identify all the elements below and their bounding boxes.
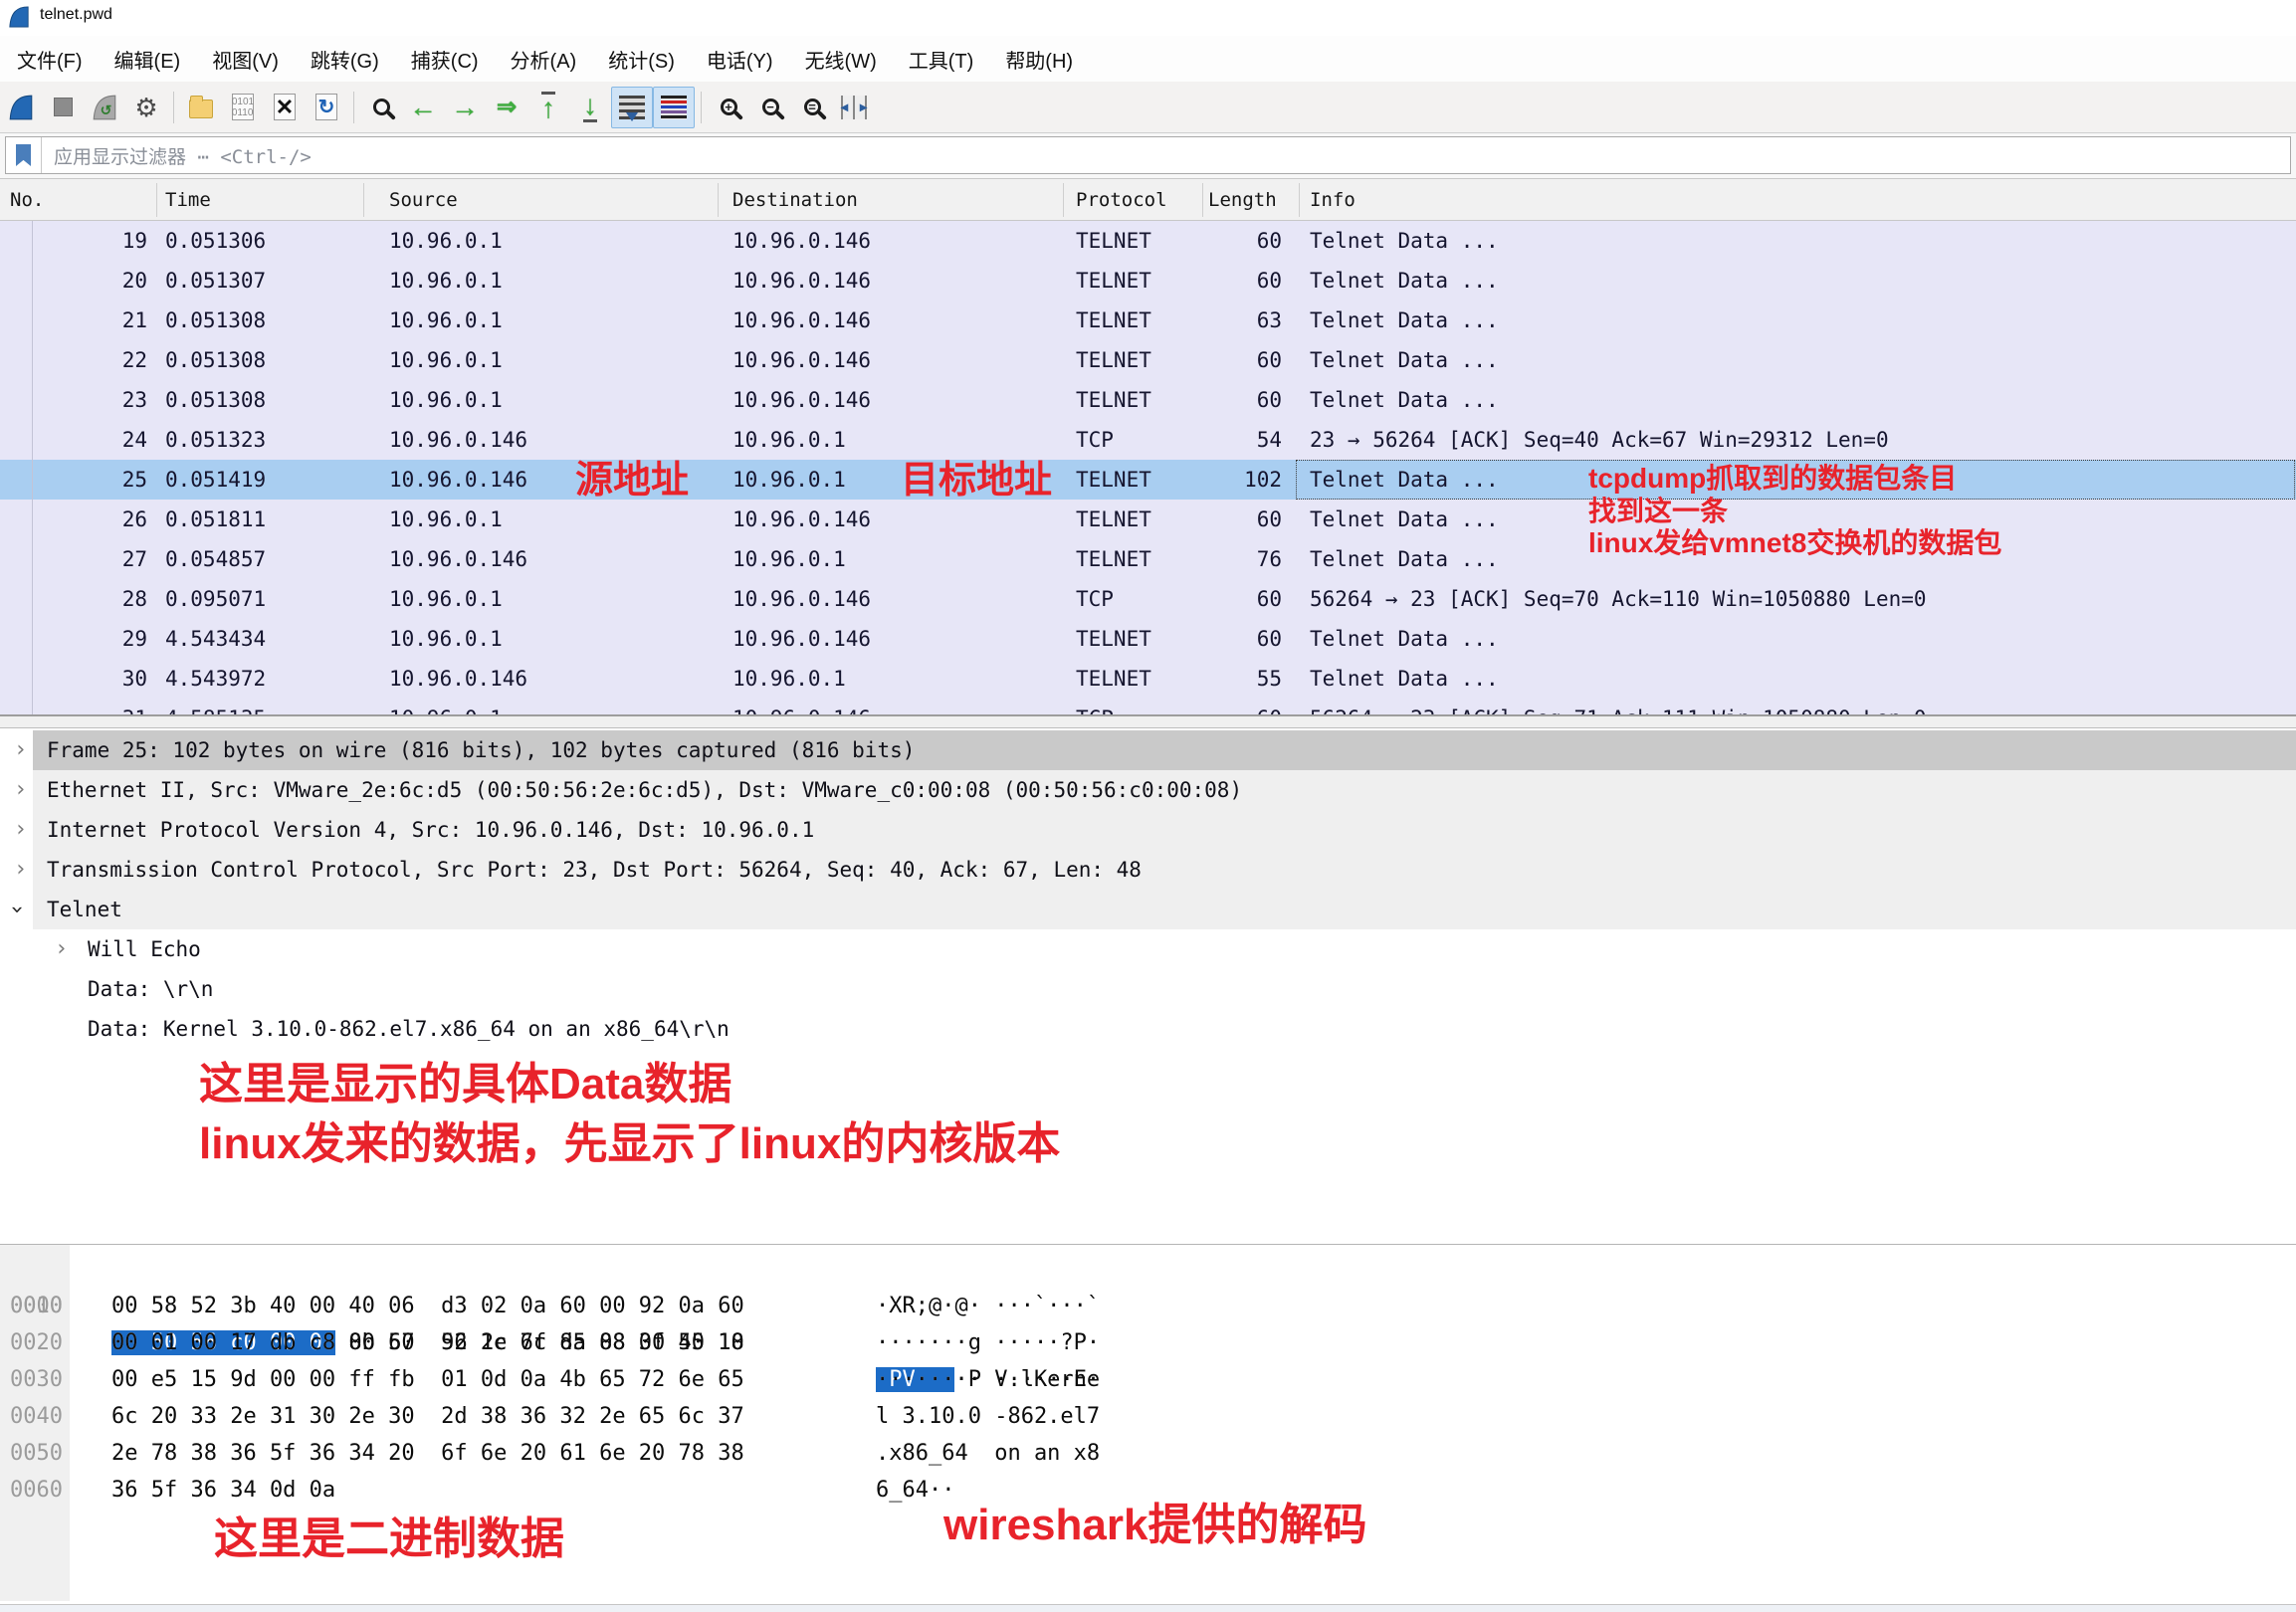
filter-bar: 应用显示过滤器 ⋯ <Ctrl-/>	[0, 133, 2296, 179]
menu-go[interactable]: 跳转(G)	[296, 39, 394, 80]
hex-row-0050[interactable]: 00502e 78 38 36 5f 36 34 20 6f 6e 20 61 …	[0, 1435, 2296, 1472]
expand-chevron-icon[interactable]: ›	[14, 810, 27, 850]
start-capture-icon[interactable]	[0, 87, 42, 128]
detail-row-data-kernel[interactable]: Data: Kernel 3.10.0-862.el7.x86_64 on an…	[0, 1009, 2296, 1049]
hex-row-0040[interactable]: 00406c 20 33 2e 31 30 2e 30 2d 38 36 32 …	[0, 1398, 2296, 1435]
packet-row-20[interactable]: 200.05130710.96.0.110.96.0.146TELNET60Te…	[0, 261, 2296, 301]
col-destination[interactable]: Destination	[732, 179, 858, 221]
bookmark-icon	[16, 144, 31, 166]
col-time[interactable]: Time	[165, 179, 211, 221]
packet-row-29[interactable]: 294.54343410.96.0.110.96.0.146TELNET60Te…	[0, 619, 2296, 659]
save-file-icon[interactable]: 01010110	[222, 87, 264, 128]
detail-row-data-crlf[interactable]: Data: \r\n	[0, 969, 2296, 1009]
annotation-binary-data: 这里是二进制数据	[214, 1503, 564, 1566]
wireshark-logo-icon	[8, 5, 30, 29]
packet-row-28[interactable]: 280.09507110.96.0.110.96.0.146TCP6056264…	[0, 579, 2296, 619]
find-packet-icon[interactable]	[360, 87, 402, 128]
packet-detail-pane: ›Frame 25: 102 bytes on wire (816 bits),…	[0, 728, 2296, 1244]
filter-bookmark-button[interactable]	[6, 137, 42, 173]
menu-tools[interactable]: 工具(T)	[894, 39, 989, 80]
expand-chevron-icon[interactable]: ›	[14, 730, 27, 770]
filter-placeholder: 应用显示过滤器 ⋯ <Ctrl-/>	[54, 142, 312, 169]
packet-row-21[interactable]: 210.05130810.96.0.110.96.0.146TELNET63Te…	[0, 301, 2296, 340]
annotation-data-display: 这里是显示的具体Data数据	[199, 1059, 731, 1110]
wireshark-window: telnet.pwd 文件(F) 编辑(E) 视图(V) 跳转(G) 捕获(C)…	[0, 0, 2296, 1612]
packet-row-31[interactable]: 314.58513510.96.0.110.96.0.146TCP6056264…	[0, 699, 2296, 714]
packet-row-22[interactable]: 220.05130810.96.0.110.96.0.146TELNET60Te…	[0, 340, 2296, 380]
packet-row-30[interactable]: 304.54397210.96.0.14610.96.0.1TELNET55Te…	[0, 659, 2296, 699]
collapse-chevron-icon[interactable]: ›	[0, 903, 37, 915]
display-filter-input[interactable]: 应用显示过滤器 ⋯ <Ctrl-/>	[5, 136, 2291, 174]
menu-statistics[interactable]: 统计(S)	[593, 39, 690, 80]
go-last-icon[interactable]: ↓	[569, 87, 611, 128]
hex-row-0020[interactable]: 002000 01 00 17 db c8 8b 67 92 1c 7f 8a …	[0, 1324, 2296, 1361]
auto-scroll-icon[interactable]	[611, 87, 653, 128]
col-protocol[interactable]: Protocol	[1076, 179, 1167, 221]
packet-row-19[interactable]: 190.05130610.96.0.110.96.0.146TELNET60Te…	[0, 221, 2296, 261]
annotation-source-label: 源地址	[575, 461, 689, 501]
hex-row-0000[interactable]: 0000 00 50 56 c0 00 08 00 50 56 2e 6c d5…	[0, 1251, 2296, 1288]
svg-text:↺: ↺	[101, 101, 112, 117]
restart-capture-icon[interactable]: ↺	[84, 87, 125, 128]
menu-wireless[interactable]: 无线(W)	[790, 39, 892, 80]
annotation-dest-label: 目标地址	[901, 461, 1052, 501]
number-column-divider	[32, 221, 33, 714]
stop-capture-icon[interactable]	[42, 87, 84, 128]
title-bar: telnet.pwd	[0, 0, 2296, 36]
close-file-icon[interactable]: ✕	[264, 87, 306, 128]
zoom-in-icon[interactable]: +	[708, 87, 749, 128]
status-bar-edge	[0, 1604, 2296, 1612]
go-to-packet-icon[interactable]: ⇒	[486, 87, 527, 128]
main-toolbar: ↺ ⚙ 01010110 ✕ ↻ ← → ⇒ ↑ ↓ + − = ◂▸	[0, 82, 2296, 133]
col-length[interactable]: Length	[1208, 179, 1277, 221]
go-next-icon[interactable]: →	[444, 87, 486, 128]
annotation-kernel-version: linux发来的数据，先显示了linux的内核版本	[199, 1118, 1060, 1170]
go-previous-icon[interactable]: ←	[402, 87, 444, 128]
resize-columns-icon[interactable]: ◂▸	[833, 87, 875, 128]
reload-file-icon[interactable]: ↻	[306, 87, 347, 128]
detail-row-tcp[interactable]: ›Transmission Control Protocol, Src Port…	[0, 850, 2296, 890]
menu-analyze[interactable]: 分析(A)	[496, 39, 592, 80]
annotation-found-one: 找到这一条	[1588, 496, 1728, 527]
menu-bar: 文件(F) 编辑(E) 视图(V) 跳转(G) 捕获(C) 分析(A) 统计(S…	[0, 36, 2296, 82]
hex-row-0010[interactable]: 001000 58 52 3b 40 00 40 06 d3 02 0a 60 …	[0, 1288, 2296, 1324]
menu-edit[interactable]: 编辑(E)	[100, 39, 196, 80]
hex-row-0030[interactable]: 003000 e5 15 9d 00 00 ff fb 01 0d 0a 4b …	[0, 1361, 2296, 1398]
window-title: telnet.pwd	[40, 6, 112, 24]
col-source[interactable]: Source	[389, 179, 458, 221]
menu-view[interactable]: 视图(V)	[197, 39, 294, 80]
zoom-out-icon[interactable]: −	[749, 87, 791, 128]
menu-capture[interactable]: 捕获(C)	[396, 39, 494, 80]
annotation-tcpdump: tcpdump抓取到的数据包条目	[1588, 463, 1957, 495]
packet-list-header: No. Time Source Destination Protocol Len…	[0, 179, 2296, 221]
col-no[interactable]: No.	[10, 179, 44, 221]
expand-chevron-icon[interactable]: ›	[55, 929, 68, 969]
annotation-wireshark-decode: wireshark提供的解码	[943, 1489, 1366, 1552]
packet-row-24[interactable]: 240.05132310.96.0.14610.96.0.1TCP5423 → …	[0, 420, 2296, 460]
colorize-icon[interactable]	[653, 87, 695, 128]
detail-row-ip[interactable]: ›Internet Protocol Version 4, Src: 10.96…	[0, 810, 2296, 850]
menu-file[interactable]: 文件(F)	[2, 39, 98, 80]
packet-list: 190.05130610.96.0.110.96.0.146TELNET60Te…	[0, 221, 2296, 714]
expand-chevron-icon[interactable]: ›	[14, 770, 27, 810]
go-first-icon[interactable]: ↑	[527, 87, 569, 128]
packet-row-23[interactable]: 230.05130810.96.0.110.96.0.146TELNET60Te…	[0, 380, 2296, 420]
col-info[interactable]: Info	[1310, 179, 1356, 221]
detail-row-telnet[interactable]: ›Telnet	[0, 890, 2296, 929]
menu-telephony[interactable]: 电话(Y)	[692, 39, 788, 80]
open-file-icon[interactable]	[180, 87, 222, 128]
expand-chevron-icon[interactable]: ›	[14, 850, 27, 890]
list-detail-splitter[interactable]	[0, 714, 2296, 728]
capture-options-icon[interactable]: ⚙	[125, 87, 167, 128]
zoom-original-icon[interactable]: =	[791, 87, 833, 128]
detail-row-will-echo[interactable]: ›Will Echo	[0, 929, 2296, 969]
menu-help[interactable]: 帮助(H)	[990, 39, 1088, 80]
detail-row-frame[interactable]: ›Frame 25: 102 bytes on wire (816 bits),…	[0, 730, 2296, 770]
detail-row-ethernet[interactable]: ›Ethernet II, Src: VMware_2e:6c:d5 (00:5…	[0, 770, 2296, 810]
annotation-vmnet8: linux发给vmnet8交换机的数据包	[1588, 527, 2001, 559]
